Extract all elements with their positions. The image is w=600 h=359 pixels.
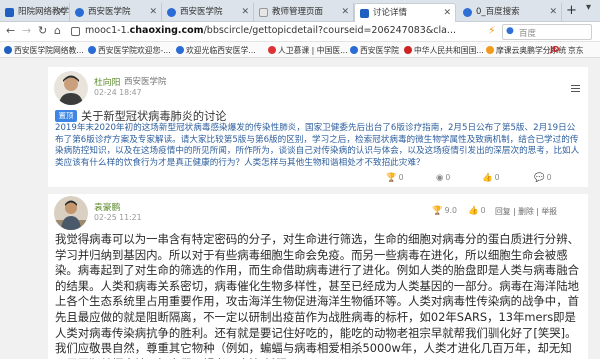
bookmark-icon [176,46,184,54]
reply-author[interactable]: 袁豪鹏 [94,200,120,213]
close-tab-icon[interactable]: ✕ [241,3,249,22]
tab-baidu-search[interactable]: 0_百度搜索 ✕ [458,3,562,22]
author-avatar[interactable] [54,71,88,105]
topic-post: 杜向阳 西安医学院 02-24 18:47 置顶 关于新型冠状病毒肺炎的讨论 2… [48,67,588,187]
close-tab-icon[interactable]: ✕ [149,3,157,22]
score-icon: 🏆 [432,206,443,216]
new-tab-button[interactable]: + [566,3,577,18]
bookmark-icon [4,46,12,54]
bookmark-icon [350,46,358,54]
tab-chaoxing-platform[interactable]: 阳院网络教学平 ✕ [0,3,70,22]
tab-label: 西安医学院 [180,7,223,17]
trophy-icon: 🏆 [386,173,397,183]
forward-icon[interactable]: → [22,24,31,37]
reply-like[interactable]: 👍 0 [468,206,486,216]
author-school: 西安医学院 [124,77,167,87]
school-favicon [75,8,84,17]
pinned-badge: 置顶 [55,110,77,122]
baidu-paw-icon: ● [506,26,514,36]
more-tabs-icon[interactable]: ▾ [586,2,591,13]
reload-icon[interactable]: ↻ [38,24,47,37]
comment-icon: 💬 [534,173,545,183]
like-stat[interactable]: 👍 0 [482,173,500,183]
tab-teacher-admin[interactable]: 教师管理页面 ✕ [254,3,354,22]
address-bar-row: ← → ↻ ⌂ mooc1-1.chaoxing.com/bbscircle/g… [0,22,600,42]
post-time: 02-24 18:47 [94,88,142,97]
bookmark-icon [486,46,494,54]
site-favicon [360,9,369,18]
author-name[interactable]: 杜向阳 [94,75,120,88]
thumbs-up-icon: 👍 [482,173,493,183]
browser-tab-strip: 阳院网络教学平 ✕ 西安医学院 ✕ 西安医学院 ✕ 教师管理页面 ✕ 讨论详情 … [0,0,600,22]
bookmark-item[interactable]: JD [550,45,559,54]
eye-icon: ◉ [436,173,444,183]
reply-time: 02-25 11:21 [94,213,142,222]
reward-stat[interactable]: 🏆 0 [386,173,404,183]
bookmark-item[interactable]: 欢迎光临西安医学... [176,45,256,56]
post-menu-icon[interactable] [571,85,580,92]
bookmark-item[interactable]: 西安医学院网络教... [4,45,84,56]
bookmark-item[interactable]: 京东 [568,45,584,56]
close-tab-icon[interactable]: ✕ [341,3,349,22]
bookmark-item[interactable]: 人卫慕课 | 中国医... [268,45,348,56]
baidu-favicon [463,8,472,17]
bookmark-icon [88,46,96,54]
tab-label: 教师管理页面 [272,7,324,17]
bookmark-icon [268,46,276,54]
close-tab-icon[interactable]: ✕ [549,3,557,22]
reply-post: 袁豪鹏 02-25 11:21 🏆 9.0 👍 0 回复 | 删除 | 举报 我觉得… [48,194,588,359]
site-favicon [5,8,14,17]
search-field[interactable]: ● 百度 [502,24,592,40]
tab-xiyi-1[interactable]: 西安医学院 ✕ [70,3,162,22]
url-text: mooc1-1.chaoxing.com/bbscircle/gettopicd… [85,25,456,36]
search-placeholder: 百度 [519,29,537,39]
topic-title: 关于新型冠状病毒肺炎的讨论 [81,110,227,123]
reply-actions[interactable]: 回复 | 删除 | 举报 [495,206,557,217]
page-favicon [259,8,268,17]
reply-body: 我觉得病毒可以为一串含有特定密码的分子，对生命进行筛选，生命的细胞对病毒分的蛋白… [55,232,579,359]
tab-xiyi-2[interactable]: 西安医学院 ✕ [162,3,254,22]
tab-discussion-detail[interactable]: 讨论详情 ✕ [354,3,456,22]
topic-body: 2019年末2020年初的这场新型冠状病毒感染爆发的传染性肺炎，国家卫健委先后出… [55,123,580,168]
reply-stat[interactable]: 💬 0 [534,173,552,183]
close-tab-icon[interactable]: ✕ [57,3,65,22]
author-avatar[interactable] [54,196,88,230]
bookmark-item[interactable]: 中华人民共和国国... [404,45,484,56]
home-icon[interactable]: ⌂ [54,24,61,37]
view-stat: ◉ 0 [436,173,451,183]
tab-label: 西安医学院 [88,7,131,17]
page-info-icon[interactable] [71,27,80,36]
back-icon[interactable]: ← [6,24,15,37]
school-favicon [167,8,176,17]
close-tab-icon[interactable]: ✕ [443,4,451,22]
lightning-icon[interactable]: ⚡ [488,24,496,37]
bookmark-item[interactable]: 西安医学院欢迎您-... [88,45,171,56]
bookmarks-bar: 西安医学院网络教... 西安医学院欢迎您-... 欢迎光临西安医学... 人卫慕… [0,42,600,58]
thumbs-up-icon: 👍 [468,206,479,216]
url-field[interactable]: mooc1-1.chaoxing.com/bbscircle/gettopicd… [71,24,481,40]
tab-label: 讨论详情 [373,8,408,18]
reply-score: 🏆 9.0 [432,206,457,216]
bookmark-icon [404,46,412,54]
discussion-page: 杜向阳 西安医学院 02-24 18:47 置顶 关于新型冠状病毒肺炎的讨论 2… [0,58,600,359]
tab-label: 0_百度搜索 [476,7,520,17]
bookmark-item[interactable]: 西安医学院 [350,45,399,56]
